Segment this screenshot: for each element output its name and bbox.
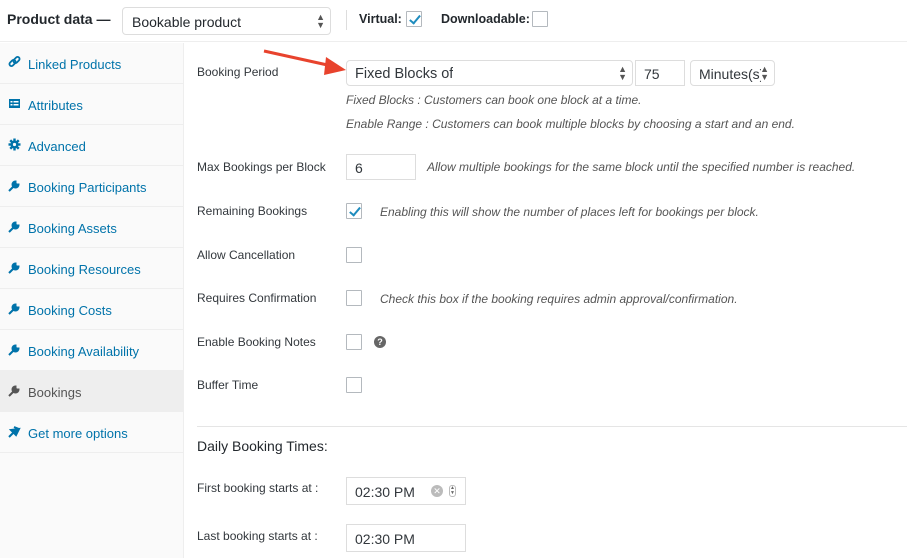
tab-linked-products[interactable]: Linked Products <box>0 43 183 84</box>
clear-time-icon[interactable]: ✕ <box>431 485 443 497</box>
last-booking-time-value: 02:30 PM <box>355 531 415 547</box>
tab-label: Booking Resources <box>28 262 141 277</box>
max-bookings-label: Max Bookings per Block <box>197 160 326 174</box>
downloadable-checkbox[interactable] <box>532 11 548 27</box>
bookings-panel: Booking Period Fixed Blocks of ▲ ▼ 75 Min… <box>185 43 907 558</box>
tab-booking-participants[interactable]: Booking Participants <box>0 166 183 207</box>
select-arrows-icon: ▲ ▼ <box>760 64 769 82</box>
select-arrows-icon: ▲ ▼ <box>316 12 325 30</box>
booking-period-type-select[interactable]: Fixed Blocks of ▲ ▼ <box>346 60 633 86</box>
header-separator <box>346 10 347 30</box>
tab-advanced[interactable]: Advanced <box>0 125 183 166</box>
tab-bookings[interactable]: Bookings <box>0 371 183 412</box>
booking-duration-value: 75 <box>644 66 660 82</box>
first-booking-label: First booking starts at : <box>197 481 319 495</box>
annotation-arrow-icon <box>263 49 346 75</box>
tab-label: Get more options <box>28 426 128 441</box>
gear-icon <box>8 138 21 151</box>
daily-booking-times-title: Daily Booking Times: <box>197 438 328 454</box>
buffer-time-checkbox[interactable] <box>346 377 362 393</box>
tab-label: Booking Assets <box>28 221 117 236</box>
wrench-icon <box>8 179 21 192</box>
requires-confirmation-checkbox[interactable] <box>346 290 362 306</box>
remaining-bookings-description: Enabling this will show the number of pl… <box>380 205 759 219</box>
tab-label: Attributes <box>28 98 83 113</box>
tab-label: Advanced <box>28 139 86 154</box>
select-arrows-icon: ▲ ▼ <box>618 64 627 82</box>
max-bookings-description: Allow multiple bookings for the same blo… <box>427 160 856 174</box>
fixed-blocks-description: Fixed Blocks : Customers can book one bl… <box>346 93 642 107</box>
product-type-value: Bookable product <box>132 14 241 30</box>
buffer-time-label: Buffer Time <box>197 378 259 392</box>
tab-booking-resources[interactable]: Booking Resources <box>0 248 183 289</box>
requires-confirmation-description: Check this box if the booking requires a… <box>380 292 738 306</box>
booking-unit-value: Minutes(s) <box>699 66 761 82</box>
product-data-title: Product data — <box>7 11 111 27</box>
virtual-checkbox[interactable] <box>406 11 422 27</box>
product-data-header: Product data — Bookable product ▲ ▼ Virtu… <box>0 0 907 42</box>
last-booking-label: Last booking starts at : <box>197 529 318 543</box>
enable-booking-notes-label: Enable Booking Notes <box>197 335 316 349</box>
wrench-icon <box>8 384 21 397</box>
first-booking-time-input[interactable]: 02:30 PM ✕ ▲ ▼ <box>346 477 466 505</box>
time-stepper-icon[interactable]: ▲ ▼ <box>449 485 456 497</box>
max-bookings-input[interactable]: 6 <box>346 154 416 180</box>
allow-cancellation-checkbox[interactable] <box>346 247 362 263</box>
link-icon <box>8 56 21 69</box>
enable-booking-notes-checkbox[interactable] <box>346 334 362 350</box>
wrench-icon <box>8 302 21 315</box>
tab-get-more-options[interactable]: Get more options <box>0 412 183 453</box>
tab-label: Booking Participants <box>28 180 147 195</box>
first-booking-time-value: 02:30 PM <box>355 484 415 500</box>
last-booking-time-input[interactable]: 02:30 PM <box>346 524 466 552</box>
tab-label: Booking Costs <box>28 303 112 318</box>
tab-label: Bookings <box>28 385 82 400</box>
tab-booking-assets[interactable]: Booking Assets <box>0 207 183 248</box>
downloadable-label: Downloadable: <box>441 12 530 26</box>
list-icon <box>8 97 21 110</box>
max-bookings-value: 6 <box>355 160 363 176</box>
virtual-label: Virtual: <box>359 12 402 26</box>
product-data-tabs: Linked Products Attributes Advanced Book… <box>0 43 184 558</box>
booking-unit-select[interactable]: Minutes(s) ▲ ▼ <box>690 60 775 86</box>
remaining-bookings-label: Remaining Bookings <box>197 204 308 218</box>
wrench-icon <box>8 220 21 233</box>
enable-range-description: Enable Range : Customers can book multip… <box>346 117 795 131</box>
allow-cancellation-label: Allow Cancellation <box>197 248 296 262</box>
tab-label: Linked Products <box>28 57 122 72</box>
wrench-icon <box>8 261 21 274</box>
plugin-icon <box>8 425 21 438</box>
requires-confirmation-label: Requires Confirmation <box>197 291 317 305</box>
product-type-select[interactable]: Bookable product ▲ ▼ <box>122 7 331 35</box>
wrench-icon <box>8 343 21 356</box>
tab-booking-costs[interactable]: Booking Costs <box>0 289 183 330</box>
remaining-bookings-checkbox[interactable] <box>346 203 362 219</box>
help-icon[interactable]: ? <box>374 336 386 348</box>
tab-booking-availability[interactable]: Booking Availability <box>0 330 183 371</box>
booking-period-type-value: Fixed Blocks of <box>355 66 454 82</box>
booking-duration-input[interactable]: 75 <box>635 60 685 86</box>
tab-attributes[interactable]: Attributes <box>0 84 183 125</box>
tab-label: Booking Availability <box>28 344 140 359</box>
section-divider <box>197 426 907 427</box>
